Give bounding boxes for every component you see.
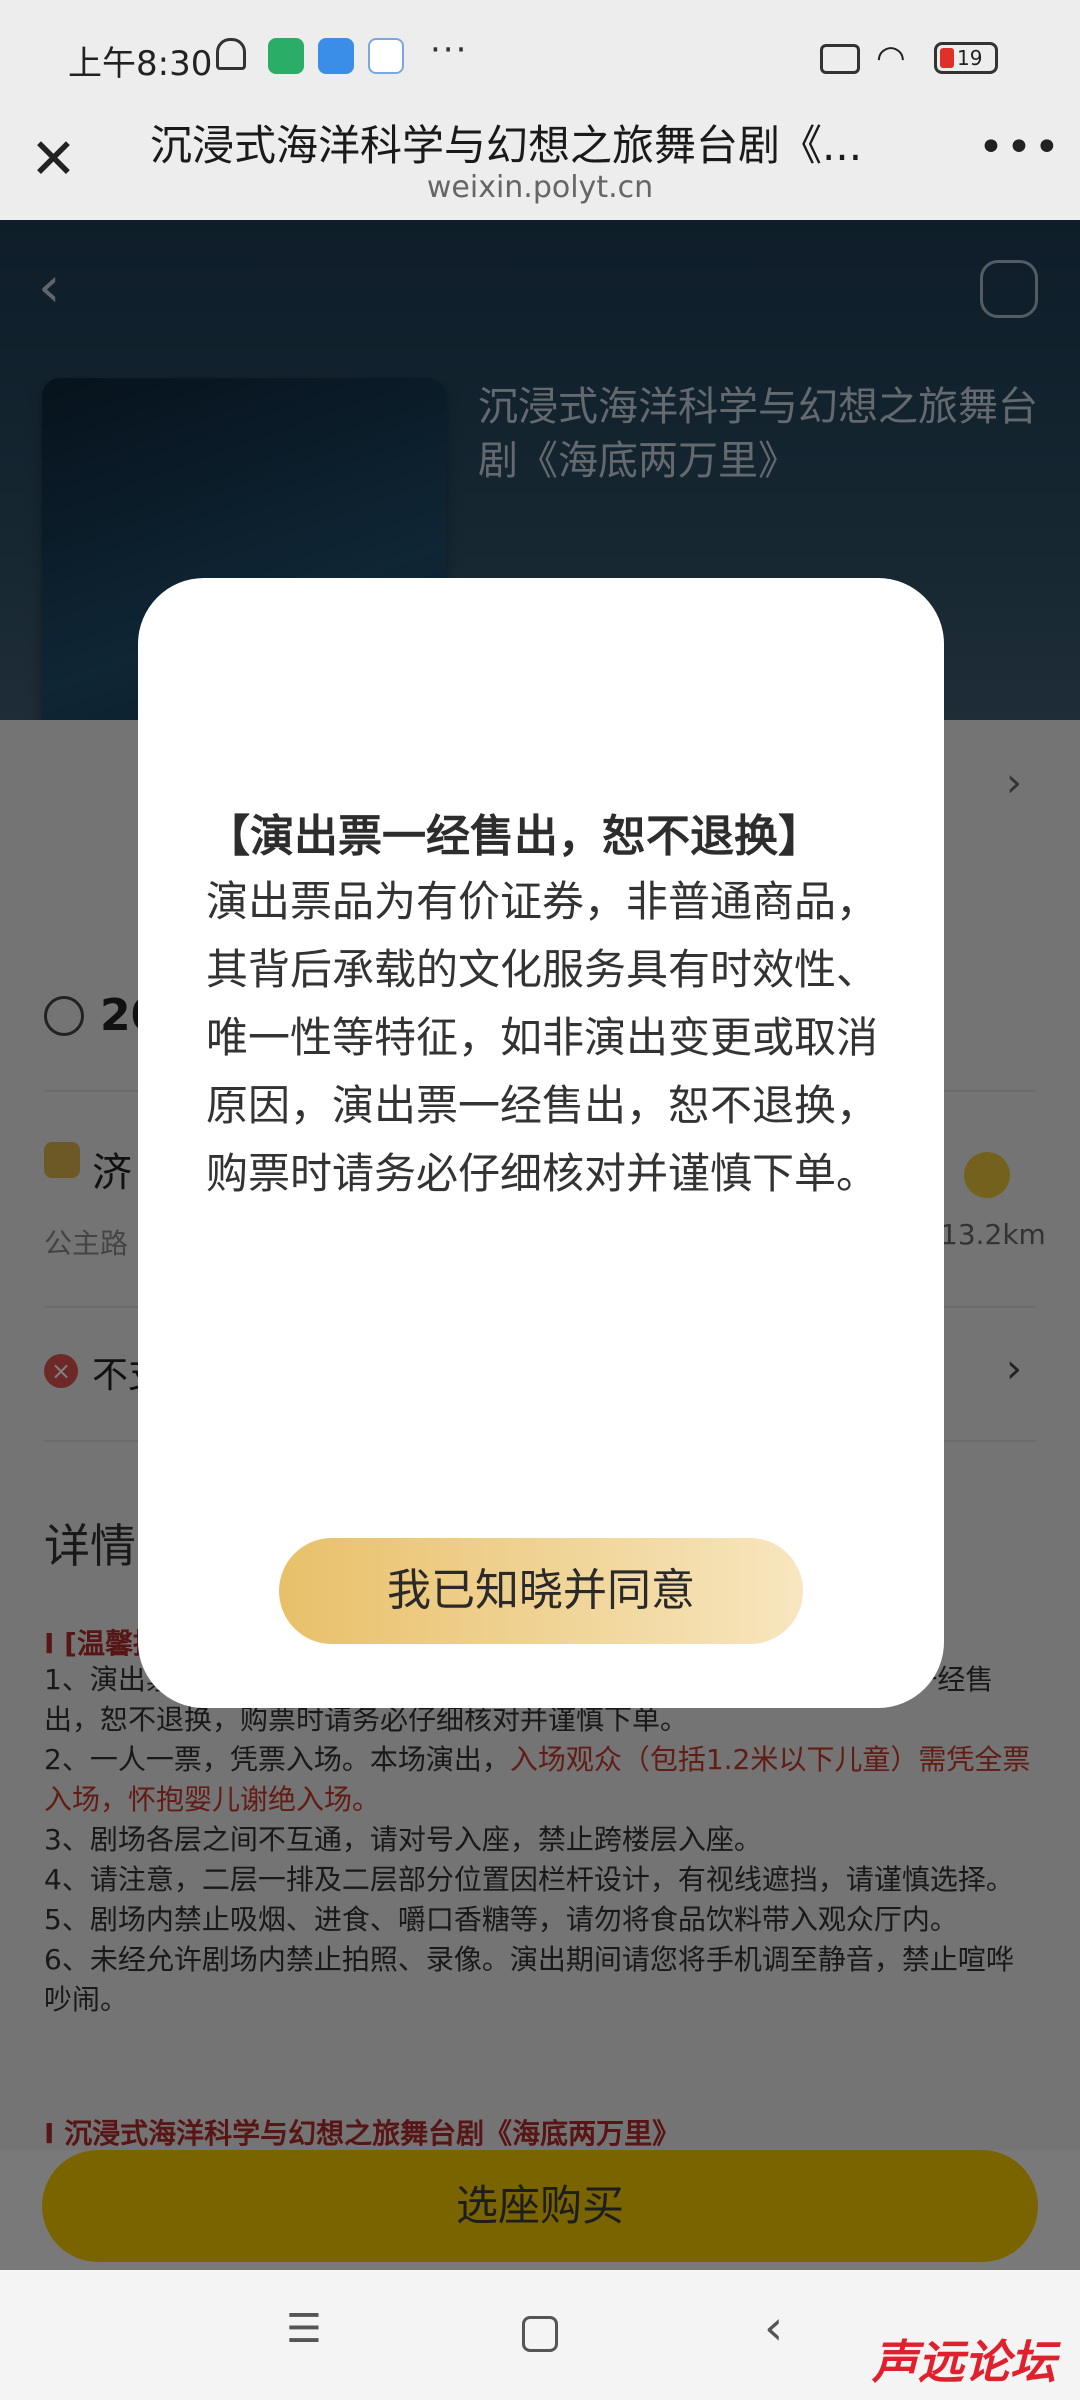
no-refund-modal: 【演出票一经售出，恕不退换】 演出票品为有价证券，非普通商品，其背后承载的文化服…	[138, 578, 944, 1708]
battery-percent: 19	[957, 46, 983, 70]
status-time: 上午8:30	[68, 44, 213, 84]
browser-header: ✕ 沉浸式海洋科学与幻想之旅舞台剧《... weixin.polyt.cn ••…	[0, 112, 1080, 220]
wallet-icon	[318, 38, 354, 74]
back-icon[interactable]: ‹	[764, 2300, 783, 2356]
page-title: 沉浸式海洋科学与幻想之旅舞台剧《...	[150, 121, 863, 170]
sim-off-icon	[820, 44, 860, 74]
agree-button[interactable]: 我已知晓并同意	[279, 1538, 803, 1644]
watermark-logo: 声远论坛	[872, 2335, 1056, 2389]
wifi-icon: ◠	[876, 38, 906, 78]
bell-muted-icon	[216, 38, 246, 70]
more-dots-icon[interactable]: •••	[978, 122, 1062, 173]
modal-title: 【演出票一经售出，恕不退换】	[206, 811, 822, 862]
home-icon[interactable]	[522, 2316, 558, 2352]
page-domain: weixin.polyt.cn	[426, 170, 654, 205]
wechat-icon	[268, 38, 304, 74]
status-bar: 上午8:30 ··· ◠ 19	[0, 0, 1080, 112]
more-notifications-icon: ···	[430, 30, 469, 70]
battery-icon: 19	[934, 42, 998, 74]
modal-body: 演出票品为有价证券，非普通商品，其背后承载的文化服务具有时效性、唯一性等特征，如…	[206, 877, 879, 1198]
app-notification-icon	[368, 38, 404, 74]
menu-icon[interactable]: ☰	[286, 2306, 322, 2352]
battery-level	[940, 48, 954, 68]
